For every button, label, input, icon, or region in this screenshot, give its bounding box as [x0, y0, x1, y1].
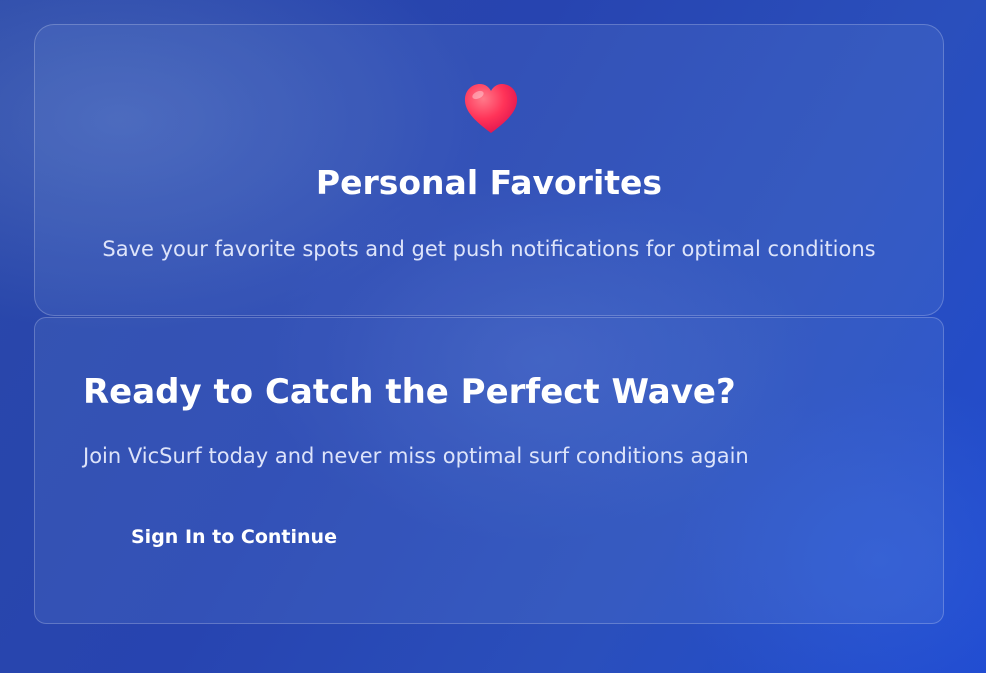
favorites-title: Personal Favorites	[315, 163, 663, 202]
heart-icon	[463, 83, 519, 135]
cta-title: Ready to Catch the Perfect Wave?	[83, 372, 736, 412]
favorites-description: Save your favorite spots and get push no…	[102, 237, 876, 261]
feature-card-favorites: Personal Favorites Save your favorite sp…	[34, 24, 944, 316]
cta-card: Ready to Catch the Perfect Wave? Join Vi…	[34, 317, 944, 624]
cta-description: Join VicSurf today and never miss optima…	[83, 444, 749, 468]
sign-in-button[interactable]: Sign In to Continue	[113, 520, 355, 554]
